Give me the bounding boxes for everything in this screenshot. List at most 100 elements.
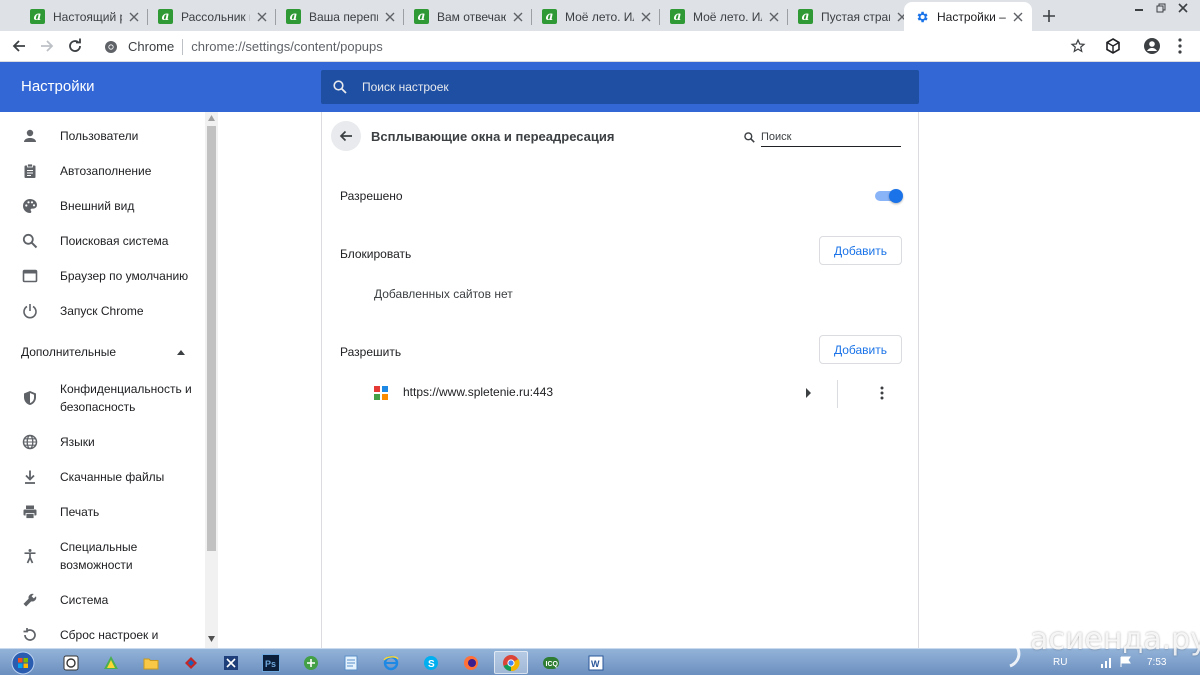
sidebar-item-label: Запуск Chrome (60, 304, 144, 318)
close-window-button[interactable] (1172, 0, 1194, 16)
site-watermark: асиенда.ру (1000, 612, 1200, 672)
taskbar-app-13[interactable]: ICQ (534, 651, 568, 674)
allow-section-title: Разрешить (340, 345, 402, 359)
word-icon: W (588, 655, 604, 670)
close-icon[interactable] (638, 9, 654, 25)
site-favicon-icon (374, 386, 388, 400)
taskbar-app-2[interactable] (94, 651, 128, 674)
close-icon[interactable] (510, 9, 526, 25)
tab-5[interactable]: a Моё лето. Или (660, 2, 788, 31)
tab-settings[interactable]: Настройки – В (904, 2, 1032, 31)
taskbar-app-3[interactable] (134, 651, 168, 674)
app-icon: ICQ (543, 656, 559, 669)
browser-icon (21, 267, 39, 285)
taskbar-app-5[interactable] (214, 651, 248, 674)
allowed-site-row[interactable]: https://www.spletenie.ru:443 (374, 380, 902, 408)
arrow-right-icon[interactable] (805, 388, 813, 398)
taskbar-app-8[interactable] (334, 651, 368, 674)
printer-icon (21, 503, 39, 521)
page-search-box[interactable] (744, 127, 902, 147)
close-icon[interactable] (382, 9, 398, 25)
arrow-up-icon[interactable] (176, 348, 186, 356)
page-search-input[interactable] (761, 130, 901, 143)
allowed-toggle[interactable] (875, 189, 903, 203)
watermark-text: асиенда.ру (1030, 622, 1200, 657)
sidebar-item-label: Поисковая система (60, 234, 169, 248)
taskbar-ie[interactable] (374, 651, 408, 674)
sidebar-item-system[interactable]: Система (0, 591, 205, 609)
palette-icon (21, 197, 39, 215)
new-tab-button[interactable] (1038, 6, 1060, 26)
extension-button[interactable] (1103, 36, 1123, 56)
sidebar-item-startup[interactable]: Запуск Chrome (0, 302, 205, 320)
close-icon[interactable] (1010, 9, 1026, 25)
sidebar-item-languages[interactable]: Языки (0, 433, 205, 451)
taskbar-app-7[interactable] (294, 651, 328, 674)
minimize-button[interactable] (1128, 0, 1150, 16)
address-bar[interactable]: Chrome chrome://settings/content/popups (96, 34, 1094, 59)
window-controls (1128, 0, 1194, 16)
block-add-button[interactable]: Добавить (819, 236, 902, 265)
more-actions-button[interactable] (873, 384, 891, 402)
tab-title: Моё лето. Или (565, 9, 634, 24)
tab-title: Ваша переписк (309, 9, 378, 24)
taskbar-chrome[interactable] (494, 651, 528, 674)
block-empty-text: Добавленных сайтов нет (374, 287, 513, 301)
tab-title: Вам отвечают (437, 9, 506, 24)
person-icon (21, 127, 39, 145)
tab-6[interactable]: a Пустая страни (788, 2, 916, 31)
settings-search-box[interactable] (321, 70, 919, 104)
tab-3[interactable]: a Вам отвечают (404, 2, 532, 31)
search-icon (21, 232, 39, 250)
back-arrow-button[interactable] (331, 121, 361, 151)
scroll-up-arrow-icon[interactable] (208, 115, 215, 121)
sidebar-item-accessibility[interactable]: Специальные возможности (0, 538, 205, 574)
watermark-logo-icon (1006, 618, 1021, 668)
close-icon[interactable] (254, 9, 270, 25)
sidebar-item-label: Система (60, 593, 109, 607)
scroll-thumb[interactable] (207, 126, 216, 551)
sidebar-item-label: Внешний вид (60, 199, 135, 213)
taskbar-photoshop[interactable]: Ps (254, 651, 288, 674)
taskbar-app-1[interactable] (54, 651, 88, 674)
sidebar-item-reset[interactable]: Сброс настроек и (0, 626, 205, 644)
forward-button[interactable] (37, 36, 57, 56)
sidebar-item-privacy[interactable]: Конфиденциальность и безопасность (0, 380, 205, 416)
settings-title: Настройки (21, 78, 95, 95)
taskbar-firefox[interactable] (454, 651, 488, 674)
taskbar-app-4[interactable] (174, 651, 208, 674)
sidebar-item-appearance[interactable]: Внешний вид (0, 197, 205, 215)
photoshop-icon: Ps (262, 653, 280, 672)
reload-icon (69, 38, 81, 52)
sidebar-item-people[interactable]: Пользователи (0, 127, 205, 145)
taskbar-skype[interactable]: S (414, 651, 448, 674)
close-icon[interactable] (766, 9, 782, 25)
reload-button[interactable] (65, 36, 85, 56)
sidebar-item-label: Браузер по умолчанию (60, 269, 189, 283)
back-button[interactable] (9, 36, 29, 56)
tab-0[interactable]: a Настоящий ра (20, 2, 148, 31)
sidebar-advanced-toggle[interactable]: Дополнительные (21, 345, 116, 359)
sidebar-item-autofill[interactable]: Автозаполнение (0, 162, 205, 180)
tab-4[interactable]: a Моё лето. Или (532, 2, 660, 31)
menu-button[interactable] (1170, 36, 1190, 56)
restore-button[interactable] (1150, 0, 1172, 16)
allowed-label: Разрешено (340, 189, 403, 203)
sidebar-item-printing[interactable]: Печать (0, 503, 205, 521)
taskbar-word[interactable]: W (579, 651, 613, 674)
sidebar-item-downloads[interactable]: Скачанные файлы (0, 468, 205, 486)
close-icon[interactable] (126, 9, 142, 25)
sidebar-item-search-engine[interactable]: Поисковая система (0, 232, 205, 250)
sidebar-scrollbar[interactable] (205, 112, 218, 648)
scroll-down-arrow-icon[interactable] (208, 636, 215, 642)
start-button[interactable] (3, 649, 43, 675)
profile-button[interactable] (1142, 36, 1162, 56)
bookmark-star-button[interactable] (1068, 36, 1088, 56)
sidebar-item-default-browser[interactable]: Браузер по умолчанию (0, 267, 205, 285)
tab-1[interactable]: a Рассольник на (148, 2, 276, 31)
windows-logo-icon (11, 651, 35, 674)
tab-2[interactable]: a Ваша переписк (276, 2, 404, 31)
site-url: https://www.spletenie.ru:443 (403, 385, 554, 399)
settings-search-input[interactable] (362, 80, 862, 94)
allow-add-button[interactable]: Добавить (819, 335, 902, 364)
